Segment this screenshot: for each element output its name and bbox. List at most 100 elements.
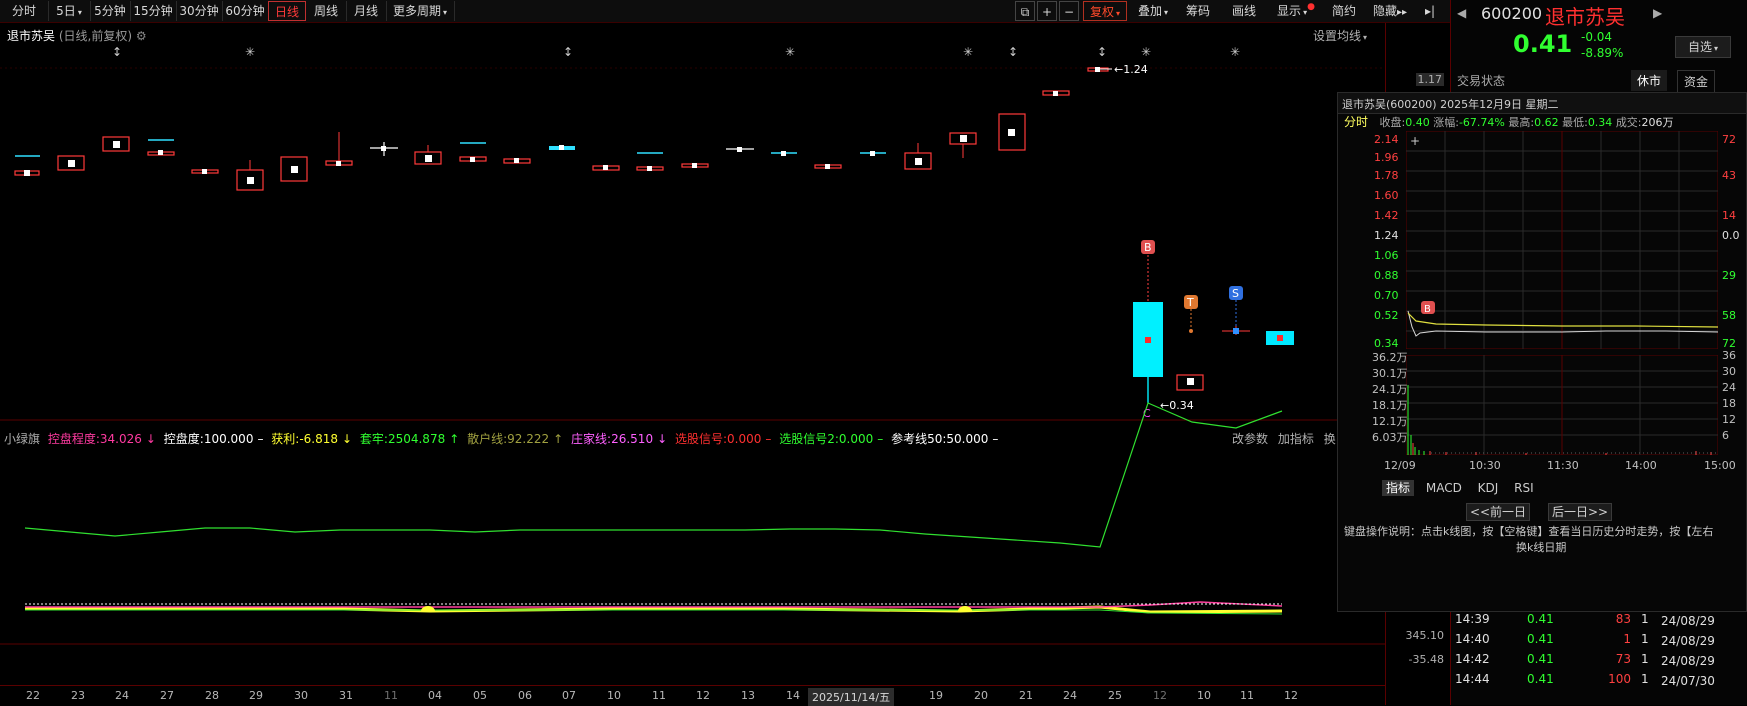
tab-monthly[interactable]: 月线 — [346, 1, 387, 21]
tick-time: 14:39 — [1455, 612, 1490, 626]
y-label: 0.88 — [1374, 269, 1399, 282]
panel-toggle-icon[interactable]: ▸| — [1418, 1, 1442, 21]
date-label: 31 — [339, 689, 353, 702]
tick-date: 24/07/30 — [1661, 674, 1715, 688]
tick-price: 0.41 — [1527, 632, 1554, 646]
minus-icon[interactable]: − — [1059, 1, 1079, 21]
high-label: 最高: — [1508, 116, 1535, 129]
y-label-right: 14 — [1722, 209, 1736, 222]
date-label: 07 — [562, 689, 576, 702]
period-toolbar: 分时 5日 ▾ 5分钟 15分钟 30分钟 60分钟 日线 周线 月线 更多周期 ▾… — [0, 0, 1450, 23]
tick-time: 14:44 — [1455, 672, 1490, 686]
date-label: 13 — [741, 689, 755, 702]
tab-intraday[interactable]: 分时 — [0, 1, 49, 21]
tab-rsi[interactable]: RSI — [1514, 481, 1534, 495]
table-row: 14:40 0.41 1 1 24/08/29 — [1455, 632, 1747, 652]
date-label: 25 — [1108, 689, 1122, 702]
tab-weekly[interactable]: 周线 — [306, 1, 347, 21]
s-candle-dot — [1233, 328, 1239, 334]
display-button[interactable]: 显示 ▾● — [1272, 1, 1320, 21]
vol-label-right: 12 — [1722, 413, 1736, 426]
dash-icon: – — [257, 432, 264, 446]
close-label: 收盘: — [1379, 116, 1406, 129]
y-label-right: 43 — [1722, 169, 1736, 182]
indicator-control: 控盘度:100.000 — [163, 432, 254, 446]
intraday-popup: 退市苏吴(600200) 2025年12月9日 星期二 分时 收盘:0.40 涨… — [1337, 92, 1747, 612]
chevron-down-icon: ▾ — [1116, 9, 1121, 18]
prev-day-button[interactable]: <<前一日 — [1466, 503, 1530, 521]
vol-label-right: 18 — [1722, 397, 1736, 410]
copy-window-icon[interactable]: ⧉ — [1015, 1, 1035, 21]
date-axis: 22 23 24 27 28 29 30 31 11 04 05 06 07 1… — [0, 685, 1385, 706]
tick-price: 0.41 — [1527, 652, 1554, 666]
volume-grid — [1406, 355, 1718, 455]
date-label: 21 — [1019, 689, 1033, 702]
more-periods-dropdown[interactable]: 更多周期 ▾ — [386, 1, 455, 21]
prev-stock-icon[interactable]: ◀ — [1457, 6, 1466, 20]
tab-indicator[interactable]: 指标 — [1382, 480, 1415, 496]
edit-params-link[interactable]: 改参数 — [1232, 432, 1268, 446]
kline-chart[interactable]: ↕ ✳ ↕ ✳ ✳ ↕ ↕ ✳ ✳ ←1.24 B C ←0.34 T S — [0, 40, 1385, 705]
tab-kdj[interactable]: KDJ — [1478, 481, 1499, 495]
tab-60min[interactable]: 60分钟 — [222, 1, 269, 21]
tick-count: 1 — [1641, 672, 1649, 686]
t-marker-dot — [1189, 329, 1193, 333]
switch-indicator-link[interactable]: 换 — [1324, 432, 1336, 446]
dash-icon: – — [877, 432, 884, 446]
overlay-button[interactable]: 叠加 ▾ — [1131, 1, 1175, 21]
date-label: 11 — [384, 689, 398, 702]
tab-daily[interactable]: 日线 — [268, 1, 306, 21]
vol-label-right: 24 — [1722, 381, 1736, 394]
tab-status[interactable]: 休市 — [1631, 70, 1668, 91]
tab-5day[interactable]: 5日 ▾ — [48, 1, 91, 21]
oscillator-green — [25, 609, 1283, 615]
table-row: 14:42 0.41 73 1 24/08/29 — [1455, 652, 1747, 672]
indicator-refline: 参考线50:50.000 — [891, 432, 989, 446]
event-marker: ✳ — [1141, 45, 1151, 59]
hide-button[interactable]: 隐藏▸▸ — [1368, 1, 1412, 21]
axis-label-indicator-low: -35.48 — [1408, 653, 1444, 666]
indicator-name[interactable]: 小绿旗 — [4, 432, 40, 446]
help-text-2: 换k线日期 — [1516, 541, 1567, 554]
y-label: 1.78 — [1374, 169, 1399, 182]
low-label: 最低: — [1562, 116, 1588, 129]
crash-center-dot — [1145, 337, 1151, 343]
y-label: 1.96 — [1374, 151, 1399, 164]
notification-dot-icon: ● — [1307, 2, 1315, 12]
tick-price: 0.41 — [1527, 612, 1554, 626]
next-stock-icon[interactable]: ▶ — [1653, 6, 1662, 20]
indicator-line — [24, 402, 1283, 548]
hide-label: 隐藏 — [1372, 4, 1397, 18]
vol-label: 成交: — [1615, 116, 1642, 129]
intraday-grid — [1406, 131, 1718, 349]
plus-icon[interactable]: + — [1037, 1, 1057, 21]
intraday-volume-chart[interactable] — [1406, 355, 1718, 455]
next-day-button[interactable]: 后一日>> — [1548, 503, 1612, 521]
tab-5min[interactable]: 5分钟 — [90, 1, 131, 21]
table-row: 14:44 0.41 100 1 24/07/30 — [1455, 672, 1747, 692]
add-watchlist-button[interactable]: 自选 ▾ — [1675, 36, 1731, 58]
tab-popup-intraday[interactable]: 分时 — [1344, 115, 1368, 129]
chips-button[interactable]: 筹码 — [1180, 1, 1216, 21]
date-label: 23 — [71, 689, 85, 702]
date-label: 12 — [1284, 689, 1298, 702]
vol-label-right: 36 — [1722, 349, 1736, 362]
tab-30min[interactable]: 30分钟 — [176, 1, 223, 21]
arrow-down-icon: ↓ — [342, 432, 353, 446]
draw-line-button[interactable]: 画线 — [1226, 1, 1262, 21]
last-candle-dot — [1277, 335, 1283, 341]
tab-15min[interactable]: 15分钟 — [130, 1, 177, 21]
tab-macd[interactable]: MACD — [1426, 481, 1462, 495]
tick-count: 1 — [1641, 652, 1649, 666]
add-indicator-link[interactable]: 加指标 — [1278, 432, 1314, 446]
popup-subtabs: 指标 MACD KDJ RSI — [1382, 479, 1534, 496]
tab-funds[interactable]: 资金 — [1677, 70, 1716, 93]
indicator-bar: 小绿旗 控盘程度:34.026 ↓ 控盘度:100.000– 获利:-6.818 ↓… — [4, 430, 1002, 447]
intraday-price-chart[interactable]: + B — [1406, 131, 1718, 349]
trade-status-label: 交易状态 — [1457, 74, 1506, 88]
date-label: 10 — [1197, 689, 1211, 702]
popup-header: 退市苏吴(600200) 2025年12月9日 星期二 — [1338, 93, 1746, 114]
simple-button[interactable]: 简约 — [1326, 1, 1362, 21]
arrow-down-icon: ↓ — [657, 432, 668, 446]
adjust-button[interactable]: 复权 ▾ — [1083, 1, 1127, 21]
